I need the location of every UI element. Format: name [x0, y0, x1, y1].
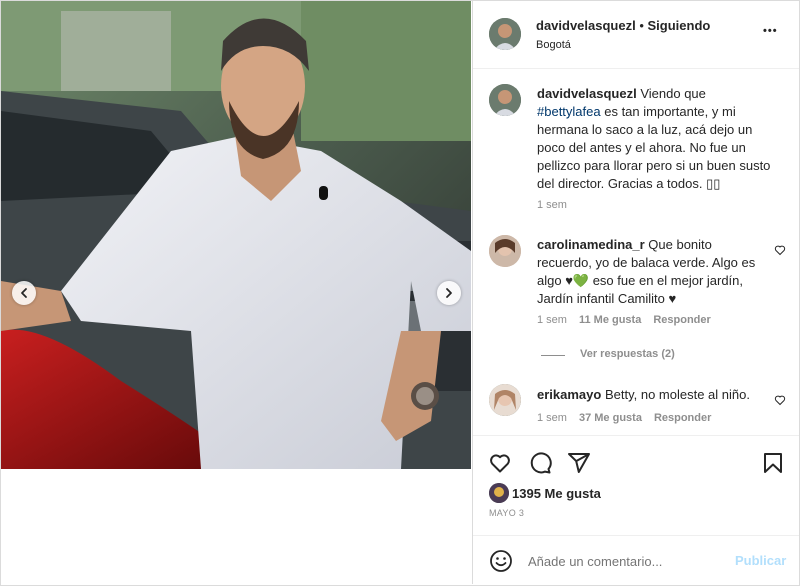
- bookmark-icon[interactable]: [761, 451, 785, 475]
- heart-icon[interactable]: [774, 244, 786, 256]
- header-username[interactable]: davidvelasquezl: [536, 18, 636, 33]
- post-header: davidvelasquezl • Siguiendo Bogotá •••: [473, 1, 799, 69]
- comment-body: Betty, no moleste al niño.: [604, 387, 750, 402]
- comment-text: erikamayo Betty, no moleste al niño.: [537, 386, 762, 404]
- post-actions: 1395 Me gusta MAYO 3: [473, 435, 799, 536]
- comment-input[interactable]: [526, 550, 730, 572]
- caption-text: davidvelasquezl Viendo que #bettylafea e…: [537, 85, 772, 193]
- next-photo-button[interactable]: [437, 281, 461, 305]
- publish-button[interactable]: Publicar: [735, 553, 786, 568]
- caption-avatar-image: [489, 84, 521, 116]
- liker-avatar[interactable]: [489, 483, 509, 503]
- commenter-avatar-image: [489, 384, 521, 416]
- reply-button[interactable]: Responder: [654, 412, 711, 424]
- post-date[interactable]: MAYO 3: [489, 508, 524, 518]
- comment-meta: 1 sem 37 Me gusta Responder: [537, 412, 711, 424]
- separator-dot: •: [639, 18, 648, 33]
- comment-time[interactable]: 1 sem: [537, 412, 567, 424]
- location-link[interactable]: Bogotá: [536, 38, 571, 52]
- avatar[interactable]: [489, 18, 521, 50]
- avatar[interactable]: [489, 84, 521, 116]
- reply-button[interactable]: Responder: [653, 314, 710, 326]
- previous-photo-button[interactable]: [12, 281, 36, 305]
- chevron-left-icon: [21, 288, 27, 298]
- more-options-button[interactable]: •••: [763, 25, 778, 37]
- view-replies-button[interactable]: Ver respuestas (2): [580, 348, 675, 360]
- comment-time[interactable]: 1 sem: [537, 314, 567, 326]
- heart-icon[interactable]: [488, 451, 512, 475]
- chevron-right-icon: [446, 288, 452, 298]
- comment-username[interactable]: erikamayo: [537, 387, 601, 402]
- commenter-avatar-image: [489, 235, 521, 267]
- comment-likes[interactable]: 11 Me gusta: [579, 314, 641, 326]
- heart-icon[interactable]: [774, 394, 786, 406]
- smiley-icon[interactable]: [489, 549, 513, 573]
- hashtag-link[interactable]: #bettylafea: [537, 104, 601, 119]
- avatar[interactable]: [489, 384, 521, 416]
- post-details-panel: davidvelasquezl • Siguiendo Bogotá ••• d…: [472, 1, 799, 584]
- comment-likes[interactable]: 37 Me gusta: [579, 412, 642, 424]
- comment-meta: 1 sem 11 Me gusta Responder: [537, 314, 711, 326]
- post-photo[interactable]: [1, 1, 471, 469]
- comment-username[interactable]: carolinamedina_r: [537, 237, 645, 252]
- media-blank-area: [1, 469, 471, 584]
- caption-username[interactable]: davidvelasquezl: [537, 86, 637, 101]
- follow-status-button[interactable]: Siguiendo: [648, 18, 711, 33]
- add-comment-bar: Publicar: [473, 535, 799, 585]
- paper-plane-icon[interactable]: [567, 451, 591, 475]
- user-avatar-image: [489, 18, 521, 50]
- likes-count[interactable]: 1395 Me gusta: [512, 486, 601, 501]
- caption-text-before: Viendo que: [640, 86, 706, 101]
- comment-text: carolinamedina_r Que bonito recuerdo, yo…: [537, 236, 762, 308]
- replies-line: [541, 355, 565, 356]
- photo-illustration: [1, 1, 471, 469]
- caption-time[interactable]: 1 sem: [537, 199, 567, 211]
- comment-icon[interactable]: [528, 451, 552, 475]
- comments-list[interactable]: davidvelasquezl Viendo que #bettylafea e…: [473, 69, 799, 435]
- liker-avatar-image: [489, 483, 509, 503]
- avatar[interactable]: [489, 235, 521, 267]
